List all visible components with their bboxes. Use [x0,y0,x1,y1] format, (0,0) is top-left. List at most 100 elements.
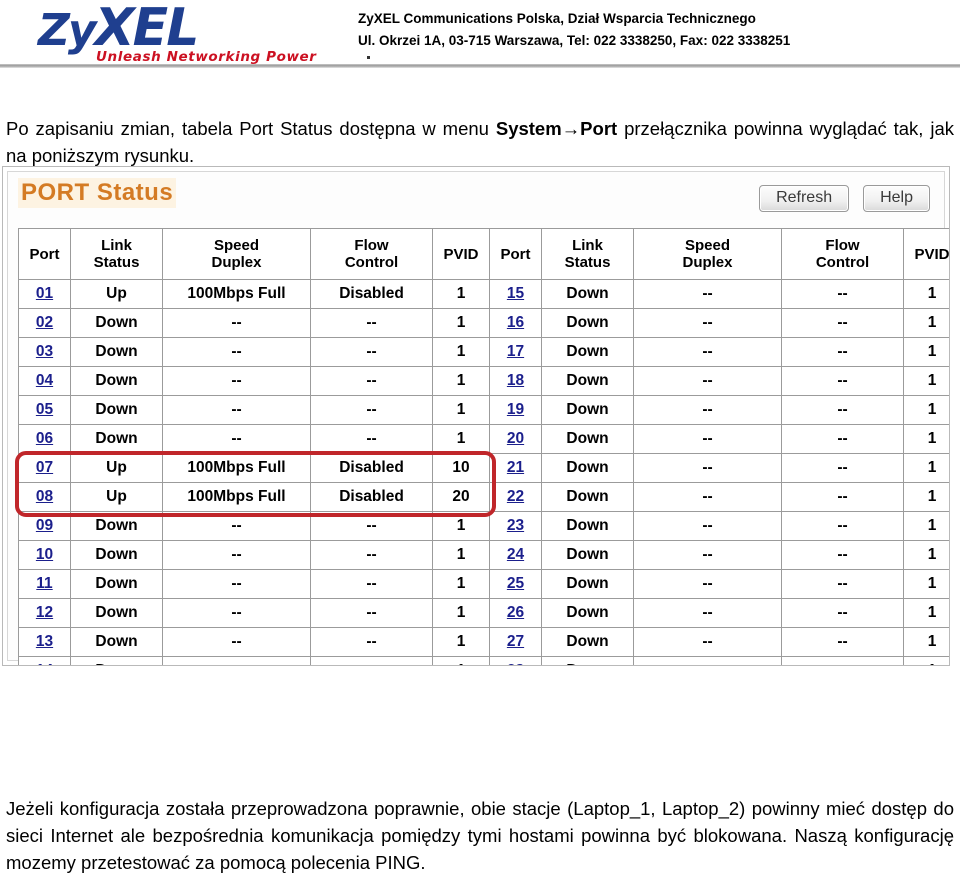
port-number-cell[interactable]: 11 [18,569,71,599]
port-number-cell[interactable]: 28 [489,656,542,665]
pvid-cell: 1 [903,569,949,599]
zyxel-logo-zy: Zy [38,5,97,56]
screenshot-toolbar: Refresh Help [759,185,930,212]
flow-control-cell: -- [310,395,433,425]
port-number-cell[interactable]: 25 [489,569,542,599]
port-number-cell[interactable]: 19 [489,395,542,425]
port-link[interactable]: 02 [36,314,53,331]
port-link[interactable]: 03 [36,343,53,360]
port-status-table-wrapper: Port Link Status Speed Duplex Flow Contr… [18,228,949,665]
link-status-cell: Down [541,453,634,483]
port-number-cell[interactable]: 08 [18,482,71,512]
link-status-cell: Down [70,424,163,454]
port-number-cell[interactable]: 10 [18,540,71,570]
port-link[interactable]: 22 [507,488,524,505]
help-button[interactable]: Help [863,185,930,212]
port-number-cell[interactable]: 26 [489,598,542,628]
port-number-cell[interactable]: 01 [18,279,71,309]
port-link[interactable]: 05 [36,401,53,418]
port-link[interactable]: 23 [507,517,524,534]
port-number-cell[interactable]: 27 [489,627,542,657]
port-link[interactable]: 21 [507,459,524,476]
col-header-line1: Flow [825,237,860,254]
port-number-cell[interactable]: 13 [18,627,71,657]
port-number-cell[interactable]: 22 [489,482,542,512]
pvid-cell: 1 [903,627,949,657]
port-number-cell[interactable]: 12 [18,598,71,628]
flow-control-cell: -- [310,337,433,367]
speed-duplex-cell: -- [162,627,311,657]
pvid-cell: 10 [432,453,490,483]
link-status-cell: Down [70,598,163,628]
port-link[interactable]: 13 [36,633,53,650]
port-link[interactable]: 27 [507,633,524,650]
port-link[interactable]: 08 [36,488,53,505]
link-status-cell: Down [541,395,634,425]
port-link[interactable]: 19 [507,401,524,418]
port-link[interactable]: 07 [36,459,53,476]
port-number-cell[interactable]: 23 [489,511,542,541]
speed-duplex-cell: -- [633,424,782,454]
port-number-cell[interactable]: 07 [18,453,71,483]
col-header-line2: Duplex [211,254,262,271]
port-link[interactable]: 06 [36,430,53,447]
port-link[interactable]: 17 [507,343,524,360]
port-link[interactable]: 25 [507,575,524,592]
speed-duplex-cell: 100Mbps Full [162,279,311,309]
pvid-cell: 1 [432,656,490,665]
port-number-cell[interactable]: 14 [18,656,71,665]
port-number-cell[interactable]: 02 [18,308,71,338]
port-link[interactable]: 01 [36,285,53,302]
port-number-cell[interactable]: 24 [489,540,542,570]
port-number-cell[interactable]: 04 [18,366,71,396]
port-number-cell[interactable]: 20 [489,424,542,454]
port-number-cell[interactable]: 18 [489,366,542,396]
speed-duplex-cell: -- [633,598,782,628]
flow-control-cell: -- [781,482,904,512]
col-header-line1: Link [101,237,132,254]
flow-control-cell: -- [781,395,904,425]
port-link[interactable]: 15 [507,285,524,302]
port-link[interactable]: 04 [36,372,53,389]
flow-control-cell: Disabled [310,482,433,512]
port-link[interactable]: 18 [507,372,524,389]
port-number-cell[interactable]: 15 [489,279,542,309]
refresh-button[interactable]: Refresh [759,185,850,212]
port-link[interactable]: 16 [507,314,524,331]
table-row: 03 Down -- -- 1 17 Down -- -- 1 [18,337,949,367]
flow-control-cell: -- [781,656,904,665]
speed-duplex-cell: -- [633,395,782,425]
port-link[interactable]: 10 [36,546,53,563]
link-status-cell: Down [541,308,634,338]
zyxel-logo-tagline: Unleash Networking Power [96,49,317,65]
port-link[interactable]: 09 [36,517,53,534]
port-link[interactable]: 20 [507,430,524,447]
port-number-cell[interactable]: 16 [489,308,542,338]
flow-control-cell: -- [781,308,904,338]
table-row: 14Down----128Down----1 [18,656,949,665]
speed-duplex-cell: -- [633,453,782,483]
speed-duplex-cell: -- [633,627,782,657]
port-number-cell[interactable]: 05 [18,395,71,425]
col-header-link-status-left: Link Status [70,228,163,280]
flow-control-cell: -- [781,424,904,454]
port-link[interactable]: 12 [36,604,53,621]
port-number-cell[interactable]: 17 [489,337,542,367]
port-link[interactable]: 28 [507,662,524,665]
table-row: 08 Up 100Mbps Full Disabled 20 22 Down -- -- 1 [18,482,949,512]
flow-control-cell: -- [781,279,904,309]
port-link[interactable]: 24 [507,546,524,563]
table-row: 10 Down -- -- 1 24 Down -- -- 1 [18,540,949,570]
port-link[interactable]: 26 [507,604,524,621]
company-address-block: ZyXEL Communications Polska, Dział Wspar… [358,8,938,52]
col-header-line1: Speed [684,237,730,254]
port-number-cell[interactable]: 06 [18,424,71,454]
port-number-cell[interactable]: 09 [18,511,71,541]
port-link[interactable]: 14 [36,662,53,665]
port-number-cell[interactable]: 21 [489,453,542,483]
port-link[interactable]: 11 [36,575,52,592]
speed-duplex-cell: 100Mbps Full [162,482,311,512]
flow-control-cell: -- [781,627,904,657]
pvid-cell: 1 [903,366,949,396]
port-number-cell[interactable]: 03 [18,337,71,367]
